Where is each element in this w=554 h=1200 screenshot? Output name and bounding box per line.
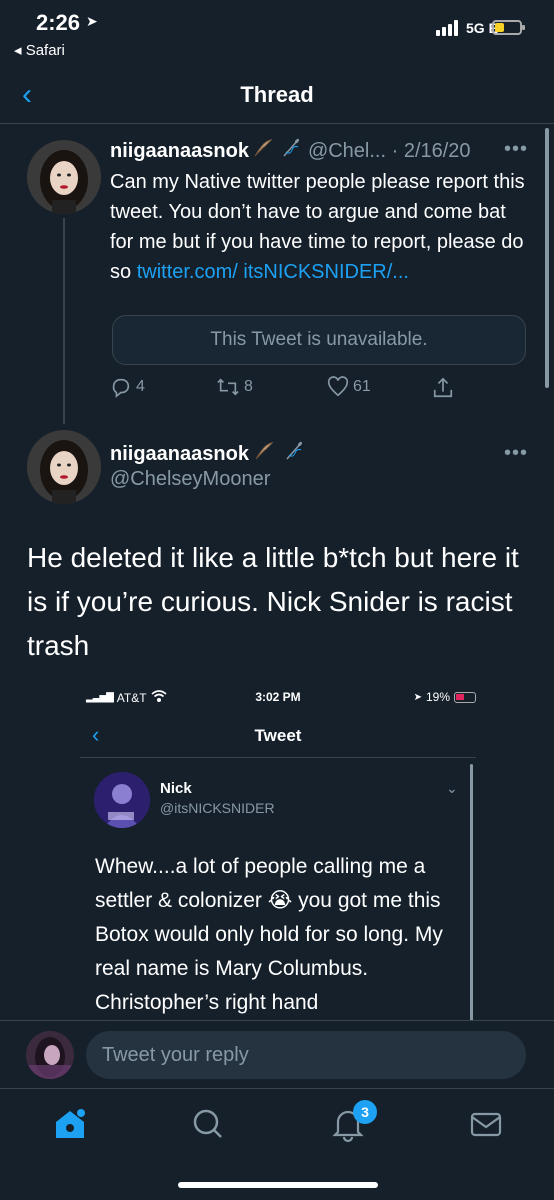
reply-input[interactable]: Tweet your reply [86,1031,526,1079]
location-arrow-icon: ➤ [86,13,98,29]
search-icon[interactable] [188,1104,228,1144]
status-time: 2:26 [36,10,81,35]
scrollbar[interactable] [545,128,549,388]
tweet-handle-date: @Chel... · 2/16/20 [307,139,471,162]
battery-percent: 19% [425,690,450,704]
retweet-icon [216,376,240,398]
embedded-status-bar: ▂▃▅▇ AT&T 3:02 PM ➤ 19% [80,690,476,708]
chevron-down-icon: ⌄ [446,780,458,796]
tweet-author: niigaanaasnok [110,440,305,468]
embedded-scrollbar [470,764,473,1022]
battery-icon [454,691,476,703]
thread-connector-line [63,218,65,424]
back-to-safari-link[interactable]: ◂ Safari [14,41,65,59]
tweet-author-name[interactable]: niigaanaasnok [110,140,249,163]
avatar [94,772,150,828]
needle-icon [280,137,302,165]
tweet-header: niigaanaasnok @Chel... · 2/16/20 [110,137,471,165]
more-options-icon[interactable]: ••• [504,138,528,161]
needle-icon [283,440,305,468]
crying-face-emoji: 😭 [267,889,293,912]
embedded-author-name: Nick [160,780,192,797]
embedded-navigation: ‹ Tweet [80,718,476,758]
share-button[interactable] [432,376,454,400]
tweet-text: Can my Native twitter people please repo… [110,167,530,287]
more-options-icon[interactable]: ••• [504,442,528,465]
battery-icon [492,20,525,35]
messages-envelope-icon[interactable] [466,1104,506,1144]
embedded-author-handle: @itsNICKSNIDER [160,800,275,816]
page-title: Thread [240,82,314,107]
retweet-count: 8 [244,378,253,395]
like-button[interactable]: 61 [327,376,371,398]
home-indicator[interactable] [178,1182,378,1188]
tweet-actions: 4 8 61 [110,376,530,402]
reply-count: 4 [136,378,145,395]
embedded-tweet-text: Whew....a lot of people calling me a set… [95,850,469,1020]
status-bar: 2:26 ➤ ◂ Safari 5G E [0,0,554,68]
retweet-button[interactable]: 8 [216,376,253,398]
avatar[interactable] [27,430,101,504]
share-icon [432,376,454,400]
embedded-battery: ➤ 19% [414,690,476,704]
unavailable-tweet-card: This Tweet is unavailable. [112,315,526,365]
tweet-author-name[interactable]: niigaanaasnok [110,443,249,466]
main-tweet-text: He deleted it like a little b*tch but he… [27,542,519,661]
location-arrow-icon: ➤ [413,691,422,703]
like-count: 61 [353,378,371,395]
reply-button[interactable]: 4 [110,376,145,398]
top-navigation: ‹ Thread [0,68,554,124]
tweet-handle[interactable]: @ChelseyMooner [110,468,270,491]
signal-icon [436,20,458,36]
reply-bar: Tweet your reply [0,1020,554,1088]
embedded-title: Tweet [254,726,302,745]
home-icon[interactable] [50,1104,90,1144]
tweet-link[interactable]: twitter.com/ itsNICKSNIDER/... [137,261,409,283]
feather-icon [253,440,275,468]
attached-screenshot[interactable]: ▂▃▅▇ AT&T 3:02 PM ➤ 19% ‹ Tweet Nick @it… [80,682,476,1022]
avatar[interactable] [26,1031,74,1079]
avatar[interactable] [27,140,101,214]
notifications-badge: 3 [353,1100,377,1124]
reply-icon [110,376,132,398]
heart-icon [327,376,349,398]
feather-icon [252,137,274,165]
